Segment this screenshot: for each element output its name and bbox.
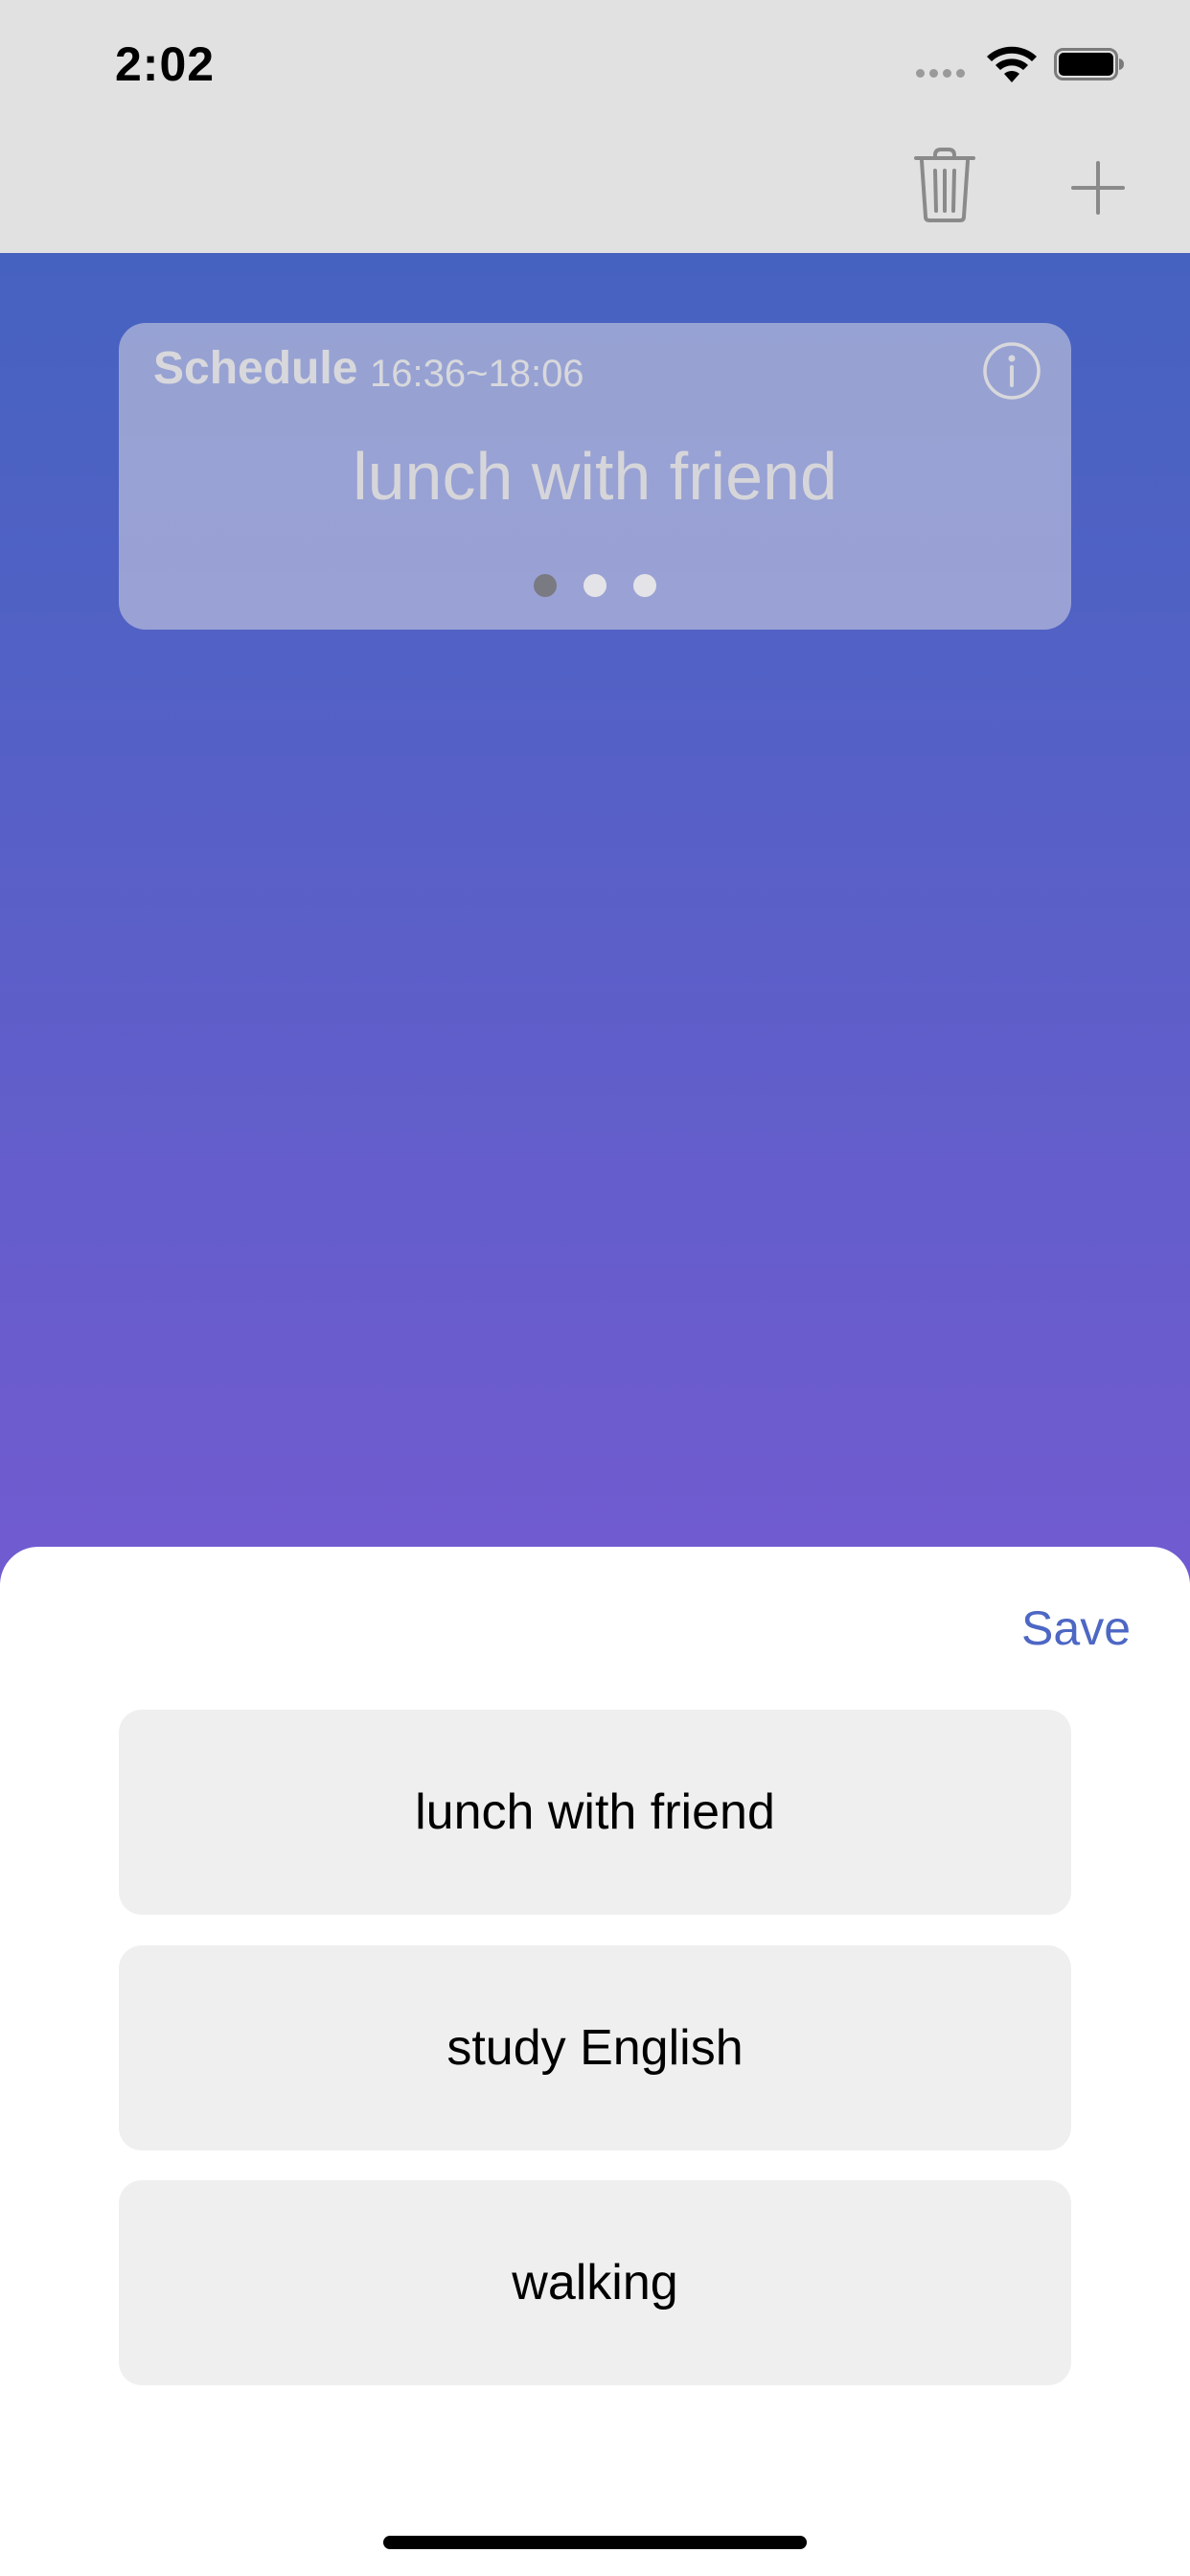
bottom-sheet: Save lunch with friend study English wal… bbox=[0, 1547, 1190, 2576]
info-icon bbox=[983, 342, 1041, 400]
status-time: 2:02 bbox=[115, 37, 216, 91]
card-event-title: lunch with friend bbox=[353, 439, 837, 514]
card-title: Schedule bbox=[153, 343, 358, 394]
option-walking[interactable]: walking bbox=[119, 2180, 1071, 2385]
schedule-card[interactable]: Schedule 16:36~18:06 lunch with friend bbox=[119, 323, 1071, 630]
cellular-signal-icon bbox=[916, 69, 965, 78]
trash-icon bbox=[914, 148, 975, 222]
top-bar: 2:02 bbox=[0, 0, 1190, 253]
page-dot-3[interactable] bbox=[633, 574, 656, 597]
battery-icon bbox=[1054, 48, 1124, 80]
app-screen: 2:02 Schedule 16:36~18:06 lunch with fri… bbox=[0, 0, 1190, 2576]
page-indicator[interactable] bbox=[119, 574, 1071, 597]
card-time-range: 16:36~18:06 bbox=[370, 353, 584, 395]
home-indicator[interactable] bbox=[383, 2536, 807, 2549]
page-dot-2[interactable] bbox=[584, 574, 606, 597]
option-lunch-with-friend[interactable]: lunch with friend bbox=[119, 1710, 1071, 1915]
save-button[interactable]: Save bbox=[1021, 1600, 1131, 1656]
info-button[interactable] bbox=[981, 340, 1042, 402]
plus-icon bbox=[1071, 161, 1125, 215]
page-dot-1[interactable] bbox=[534, 574, 557, 597]
option-study-english[interactable]: study English bbox=[119, 1945, 1071, 2150]
wifi-icon bbox=[987, 46, 1037, 82]
trash-button[interactable] bbox=[910, 146, 979, 224]
add-button[interactable] bbox=[1069, 159, 1127, 217]
